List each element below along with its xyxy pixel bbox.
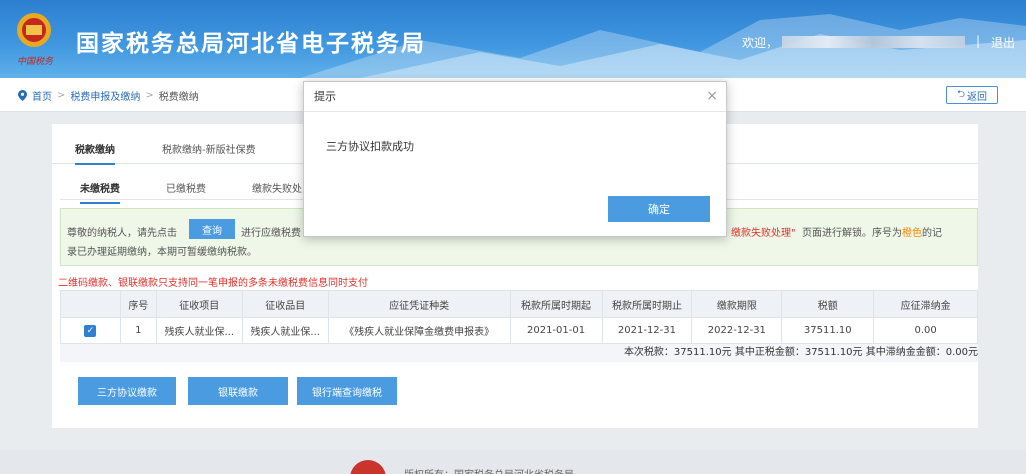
dialog-title: 提示 xyxy=(304,82,726,112)
dialog-message: 三方协议扣款成功 xyxy=(326,140,414,153)
close-icon[interactable]: × xyxy=(706,88,718,104)
modal-overlay xyxy=(0,0,1026,474)
alert-dialog: 提示 × 三方协议扣款成功 确定 xyxy=(303,81,727,237)
confirm-button[interactable]: 确定 xyxy=(608,196,710,222)
